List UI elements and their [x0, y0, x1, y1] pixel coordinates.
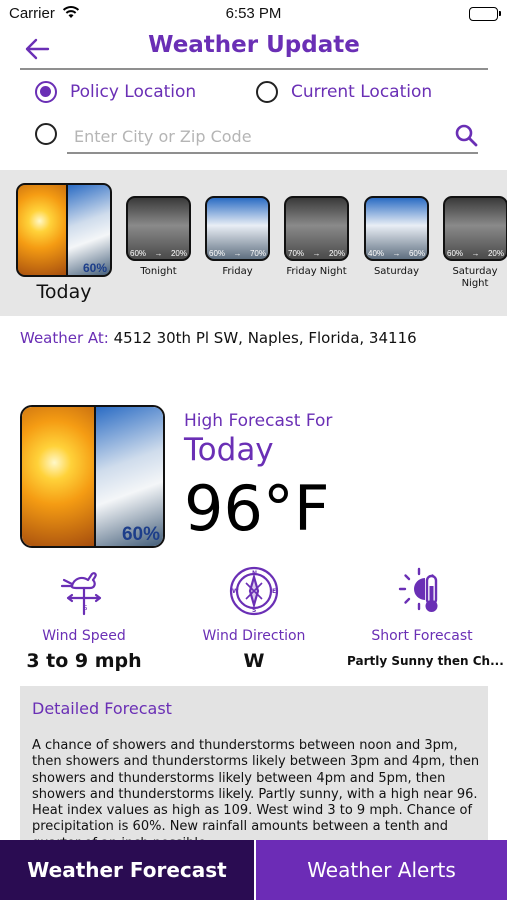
- wind-speed-metric: S Wind Speed 3 to 9 mph: [9, 566, 159, 672]
- page-title: Weather Update: [148, 32, 360, 58]
- precip-to: 20%: [487, 249, 504, 258]
- saturday-night-weather-image: 60% → 20%: [443, 196, 507, 261]
- svg-text:S: S: [252, 607, 256, 614]
- forecast-tile-label: Saturday Night: [452, 266, 498, 289]
- svg-text:N: N: [252, 570, 257, 577]
- weather-at-address: 4512 30th Pl SW, Naples, Florida, 34116: [113, 329, 417, 347]
- weather-at-label: Weather At:: [20, 329, 109, 347]
- policy-location-option[interactable]: Policy Location: [35, 81, 196, 103]
- city-search-row: [35, 120, 480, 156]
- city-zip-input[interactable]: [67, 120, 478, 154]
- forecast-tile-saturday[interactable]: 40% → 60% Saturday: [364, 196, 429, 278]
- precip-from: 70%: [288, 249, 305, 258]
- current-location-option[interactable]: Current Location: [256, 81, 432, 103]
- current-precip: 60%: [121, 524, 160, 545]
- svg-text:S: S: [83, 604, 88, 612]
- precip-to: 20%: [328, 249, 345, 258]
- precip-to: 60%: [408, 249, 425, 258]
- forecast-tile-label: Saturday: [373, 266, 420, 277]
- today-weather-image: 60%: [16, 183, 112, 277]
- precip-from: 60%: [130, 249, 147, 258]
- forecast-tile-label: Tonight: [140, 266, 177, 277]
- detailed-forecast-text: A chance of showers and thunderstorms be…: [32, 738, 480, 846]
- friday-night-weather-image: 70% → 20%: [284, 196, 349, 261]
- nav-header: Weather Update: [20, 30, 488, 70]
- wind-speed-value: 3 to 9 mph: [26, 650, 142, 672]
- weather-at-line: Weather At: 4512 30th Pl SW, Naples, Flo…: [20, 329, 417, 347]
- forecast-tile-saturday-night[interactable]: 60% → 20% Saturday Night: [443, 196, 507, 290]
- forecast-strip[interactable]: 60% Today 60% → 20% Tonight 60% → 70% Friday…: [0, 170, 507, 316]
- current-location-label: Current Location: [291, 82, 433, 102]
- forecast-tile-label: Friday Night: [286, 266, 347, 277]
- tonight-weather-image: 60% → 20%: [126, 196, 191, 261]
- saturday-weather-image: 40% → 60%: [364, 196, 429, 261]
- sun-thermometer-icon: [398, 567, 438, 612]
- forecast-tile-tonight[interactable]: 60% → 20% Tonight: [126, 196, 191, 278]
- forecast-day: Today: [184, 432, 274, 468]
- status-bar: Carrier 6:53 PM: [0, 0, 507, 30]
- wind-direction-value: W: [243, 650, 265, 672]
- forecast-tile-label: Friday: [222, 266, 253, 277]
- city-search-radio[interactable]: [35, 123, 57, 145]
- precip-from: 60%: [447, 249, 464, 258]
- policy-location-label: Policy Location: [70, 82, 197, 102]
- short-forecast-metric: Short Forecast Partly Sunny then Ch...: [347, 566, 504, 668]
- friday-weather-image: 60% → 70%: [205, 196, 270, 261]
- precip-to: 20%: [170, 249, 187, 258]
- clock: 6:53 PM: [225, 5, 282, 22]
- short-forecast-value: Partly Sunny then Ch...: [347, 654, 504, 668]
- forecast-tile-label: Today: [36, 281, 92, 303]
- bottom-tab-bar: Weather Forecast Weather Alerts: [0, 840, 507, 900]
- forecast-tile-friday[interactable]: 60% → 70% Friday: [205, 196, 270, 278]
- policy-location-radio[interactable]: [35, 81, 57, 103]
- tab-weather-alerts[interactable]: Weather Alerts: [254, 840, 507, 900]
- precip-from: 40%: [368, 249, 385, 258]
- detailed-forecast-heading: Detailed Forecast: [32, 699, 172, 718]
- current-location-radio[interactable]: [256, 81, 278, 103]
- current-weather-image: 60%: [20, 405, 165, 548]
- forecast-tile-today[interactable]: 60% Today: [16, 183, 112, 303]
- wind-direction-label: Wind Direction: [202, 628, 306, 644]
- short-forecast-label: Short Forecast: [371, 628, 473, 644]
- search-icon[interactable]: [454, 123, 478, 147]
- wind-direction-metric: N S W E Wind Direction W: [179, 566, 329, 672]
- high-forecast-label: High Forecast For: [184, 411, 333, 431]
- weathervane-icon: S: [60, 572, 102, 616]
- detailed-forecast-card: Detailed Forecast A chance of showers an…: [20, 686, 488, 846]
- today-precip: 60%: [82, 261, 107, 275]
- wind-speed-label: Wind Speed: [42, 628, 126, 644]
- forecast-tile-friday-night[interactable]: 70% → 20% Friday Night: [284, 196, 349, 278]
- precip-to: 70%: [249, 249, 266, 258]
- temperature: 96°F: [184, 472, 330, 545]
- compass-icon: N S W E: [229, 566, 279, 616]
- tab-weather-forecast[interactable]: Weather Forecast: [0, 840, 254, 900]
- svg-text:E: E: [272, 588, 276, 595]
- svg-text:W: W: [232, 588, 239, 595]
- battery-icon: [469, 7, 501, 21]
- precip-from: 60%: [209, 249, 226, 258]
